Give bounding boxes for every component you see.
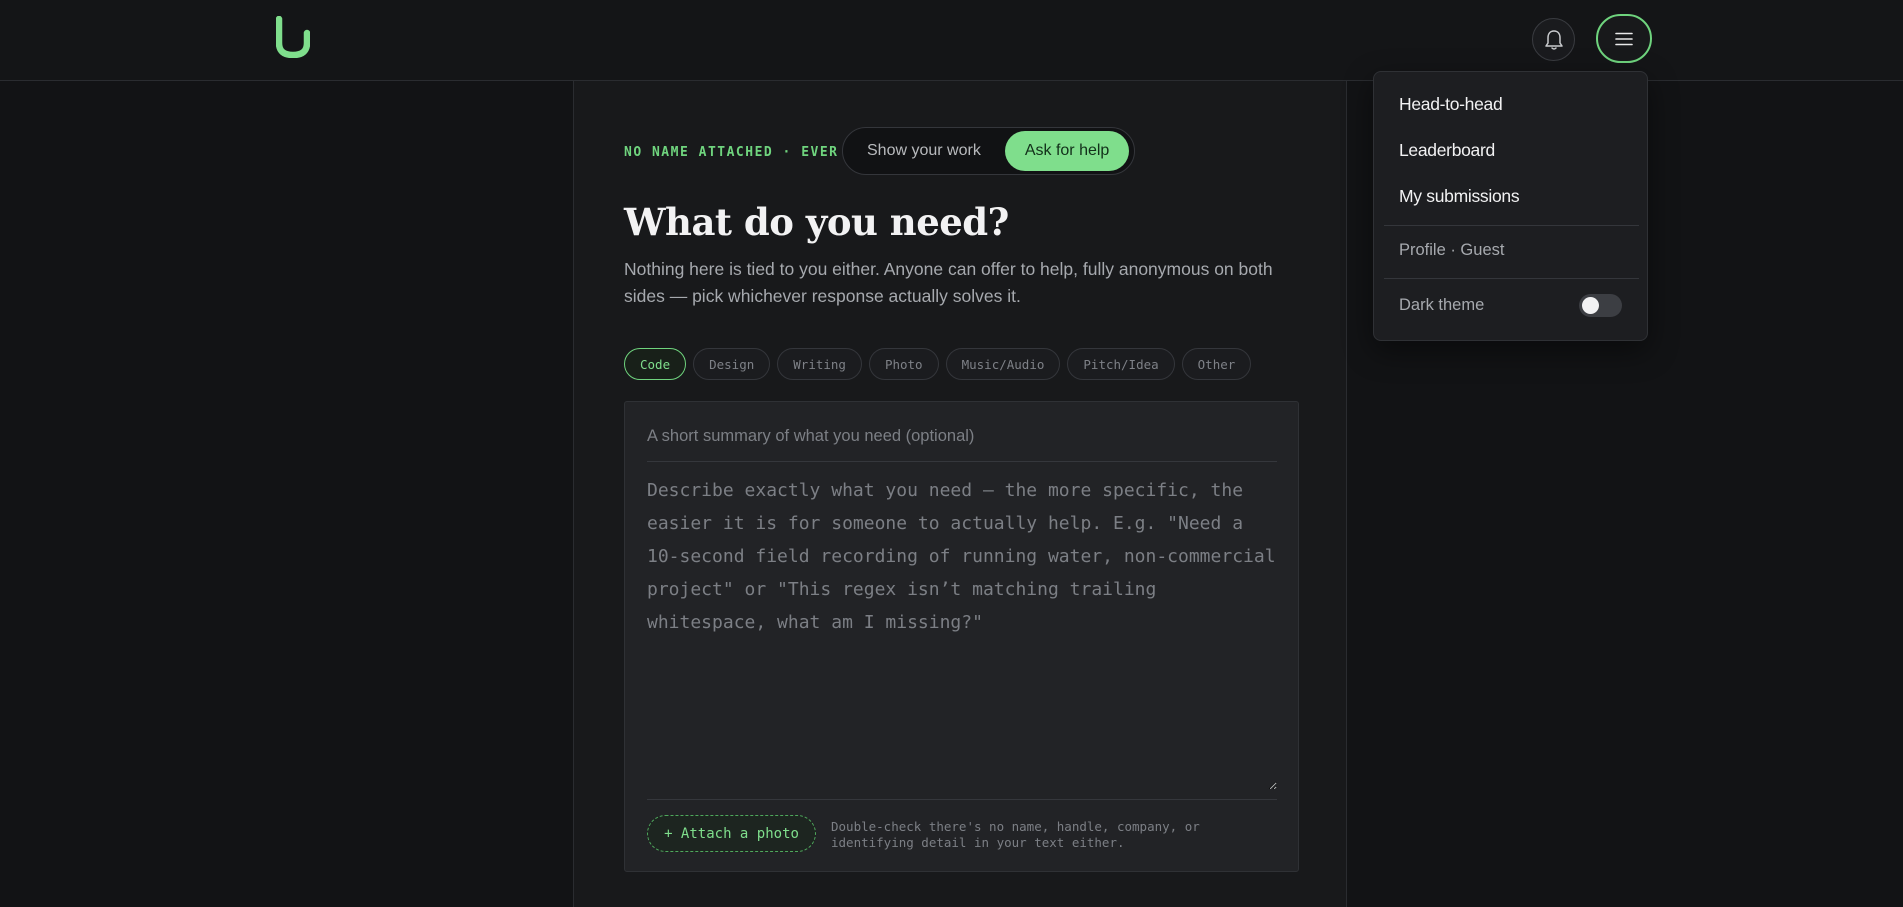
privacy-hint: Double-check there's no name, handle, co… — [831, 819, 1200, 850]
category-chip-pitch-idea[interactable]: Pitch/Idea — [1067, 348, 1175, 380]
form-footer: + Attach a photo Double-check there's no… — [647, 799, 1277, 852]
attach-photo-button[interactable]: + Attach a photo — [647, 815, 816, 852]
bell-icon — [1544, 29, 1563, 50]
menu-divider — [1384, 278, 1639, 279]
details-textarea[interactable] — [647, 474, 1277, 790]
dark-theme-label: Dark theme — [1399, 296, 1485, 314]
category-chip-photo[interactable]: Photo — [868, 348, 939, 380]
menu-item-profile[interactable]: Profile · Guest — [1399, 241, 1504, 260]
menu-button[interactable] — [1596, 14, 1652, 63]
anonymity-eyebrow: NO NAME ATTACHED · EVER — [624, 145, 839, 160]
page-subtitle: Nothing here is tied to you either. Anyo… — [624, 259, 1273, 306]
show-your-work-tab[interactable]: Show your work — [847, 131, 1001, 171]
notifications-button[interactable] — [1532, 18, 1575, 61]
nav-dropdown-menu: Head-to-head Leaderboard My submissions … — [1373, 71, 1648, 341]
mode-switch: Show your work Ask for help — [842, 127, 1135, 175]
category-chip-code[interactable]: Code — [624, 348, 687, 380]
category-chip-design[interactable]: Design — [693, 348, 771, 380]
menu-divider — [1384, 225, 1639, 226]
page-title: What do you need? — [624, 200, 1009, 244]
category-chips: Code Design Writing Photo Music/Audio Pi… — [624, 348, 1252, 380]
request-form: + Attach a photo Double-check there's no… — [624, 401, 1299, 872]
hamburger-icon — [1615, 32, 1633, 45]
menu-item-my-submissions[interactable]: My submissions — [1399, 186, 1520, 207]
summary-input[interactable] — [647, 412, 1277, 462]
dark-theme-toggle[interactable] — [1579, 294, 1622, 317]
toggle-knob — [1582, 297, 1599, 314]
category-chip-music-audio[interactable]: Music/Audio — [945, 348, 1061, 380]
menu-item-head-to-head[interactable]: Head-to-head — [1399, 94, 1503, 115]
menu-item-leaderboard[interactable]: Leaderboard — [1399, 140, 1495, 161]
category-chip-other[interactable]: Other — [1181, 348, 1252, 380]
main-panel: NO NAME ATTACHED · EVER Show your work A… — [573, 81, 1347, 907]
u-logo-icon[interactable] — [276, 16, 310, 58]
ask-for-help-tab[interactable]: Ask for help — [1004, 131, 1130, 171]
top-bar — [0, 0, 1903, 81]
category-chip-writing[interactable]: Writing — [777, 348, 862, 380]
